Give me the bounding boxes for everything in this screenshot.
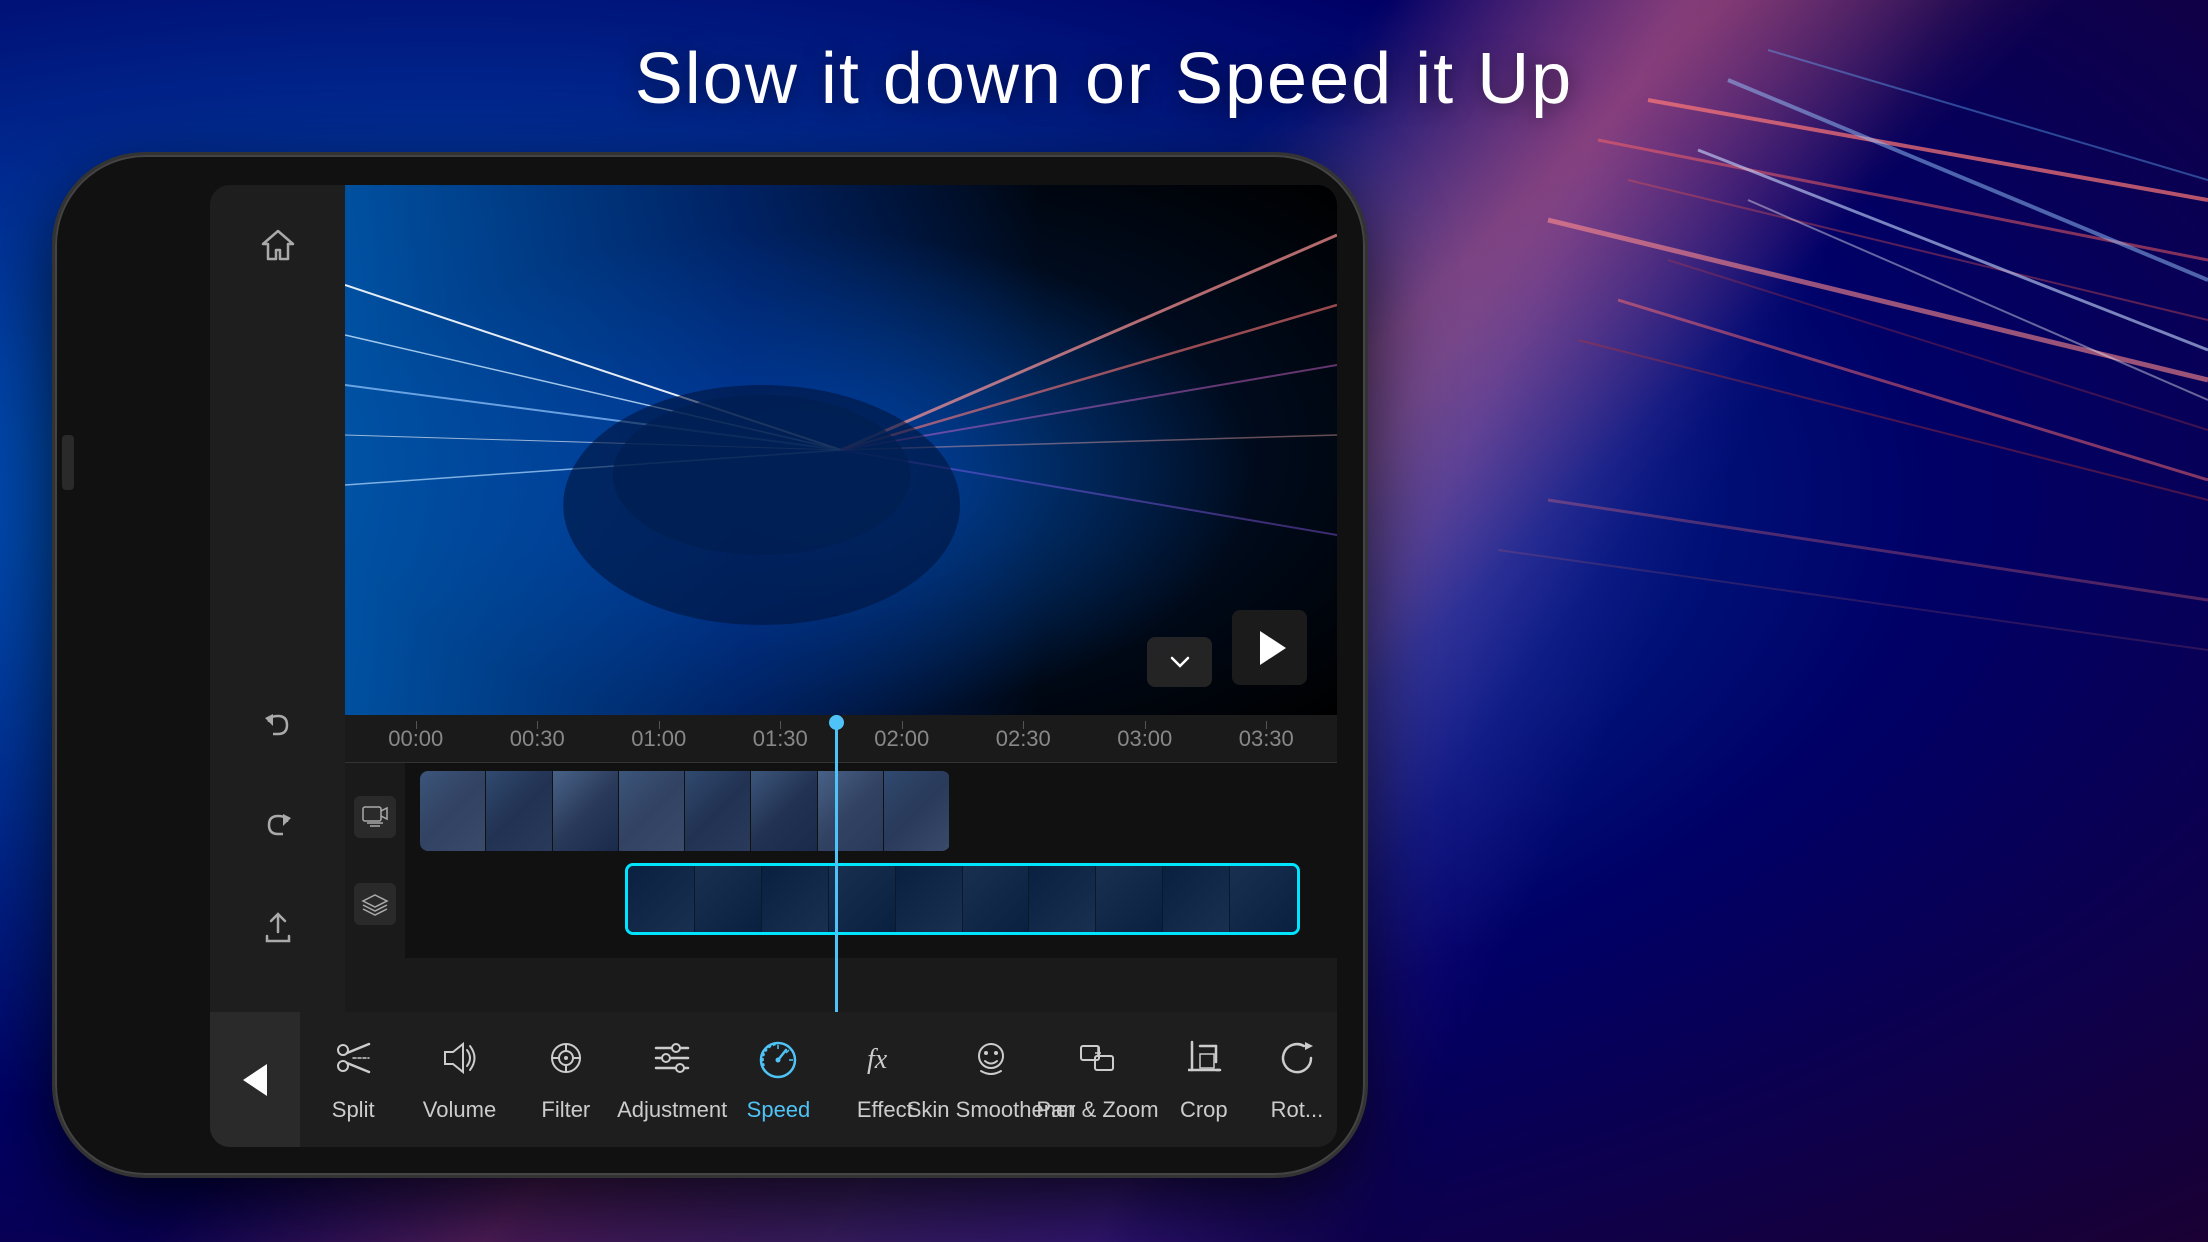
pan-zoom-label: Pan & Zoom — [1036, 1097, 1158, 1123]
volume-label: Volume — [423, 1097, 496, 1123]
ruler-mark-0300: 03:00 — [1084, 726, 1206, 752]
video-track-icon — [354, 796, 396, 838]
track-icons-column — [345, 763, 405, 958]
toolbar-item-volume[interactable]: Volume — [406, 1012, 512, 1147]
effect-label: Effect — [857, 1097, 913, 1123]
video-track[interactable] — [405, 771, 1337, 851]
rotate-icon — [1275, 1036, 1319, 1087]
toolbar-item-speed[interactable]: Speed — [725, 1012, 831, 1147]
sec-thumb-1 — [628, 866, 695, 932]
toolbar-item-split[interactable]: Split — [300, 1012, 406, 1147]
light-streaks-svg — [345, 185, 1337, 715]
video-preview — [345, 185, 1337, 715]
toolbar-item-skin-smoothener[interactable]: Skin Smoothener — [938, 1012, 1044, 1147]
chevron-dropdown-button[interactable] — [1147, 637, 1212, 687]
sec-thumb-3 — [762, 866, 829, 932]
video-track-inner — [420, 771, 950, 851]
sec-thumb-5 — [896, 866, 963, 932]
ruler-mark-0230: 02:30 — [963, 726, 1085, 752]
sec-thumb-9 — [1163, 866, 1230, 932]
phone-body: 00:00 00:30 01:00 01:30 02:00 02:30 03:0… — [55, 155, 1365, 1175]
speed-icon — [754, 1036, 802, 1087]
face-icon — [969, 1036, 1013, 1087]
adjustment-icon — [650, 1036, 694, 1087]
pan-zoom-icon — [1075, 1036, 1119, 1087]
video-thumb-7 — [818, 771, 884, 851]
play-triangle-icon — [1260, 631, 1286, 665]
speed-label: Speed — [747, 1097, 811, 1123]
split-label: Split — [332, 1097, 375, 1123]
ruler-mark-0130: 01:30 — [720, 726, 842, 752]
volume-icon — [437, 1036, 481, 1087]
timeline-playhead[interactable] — [835, 715, 838, 1012]
sidebar-home-button[interactable] — [248, 215, 308, 275]
ruler-mark-0200: 02:00 — [841, 726, 963, 752]
video-thumb-6 — [751, 771, 817, 851]
toolbar-items-container: Split Volume — [300, 1012, 1337, 1147]
rotate-label: Rot... — [1271, 1097, 1324, 1123]
toolbar-item-rotate[interactable]: Rot... — [1257, 1012, 1337, 1147]
video-thumb-8 — [884, 771, 950, 851]
phone-volume-button — [62, 435, 74, 490]
left-sidebar — [210, 185, 345, 1147]
sec-thumb-7 — [1029, 866, 1096, 932]
page-title: Slow it down or Speed it Up — [0, 38, 2208, 120]
sec-thumb-4 — [829, 866, 896, 932]
ruler-mark-0030: 00:30 — [477, 726, 599, 752]
sidebar-redo-button[interactable] — [248, 797, 308, 857]
ruler-mark-0000: 00:00 — [355, 726, 477, 752]
ruler-mark-0330: 03:30 — [1206, 726, 1328, 752]
video-preview-area — [345, 185, 1337, 715]
ruler-mark-0100: 01:00 — [598, 726, 720, 752]
sidebar-undo-button[interactable] — [248, 697, 308, 757]
toolbar-item-crop[interactable]: Crop — [1151, 1012, 1257, 1147]
secondary-track-inner — [625, 863, 1300, 935]
layers-track-icon — [354, 883, 396, 925]
crop-icon — [1182, 1036, 1226, 1087]
video-thumb-2 — [486, 771, 552, 851]
toolbar-back-button[interactable] — [210, 1012, 300, 1147]
sec-thumb-10 — [1230, 866, 1297, 932]
secondary-track[interactable] — [405, 863, 1337, 943]
sec-thumb-6 — [963, 866, 1030, 932]
filter-label: Filter — [541, 1097, 590, 1123]
fx-icon: fx — [863, 1036, 907, 1087]
video-thumb-1 — [420, 771, 486, 851]
toolbar-item-effect[interactable]: fx Effect — [832, 1012, 938, 1147]
crop-label: Crop — [1180, 1097, 1228, 1123]
playhead-head — [829, 715, 844, 730]
play-button[interactable] — [1232, 610, 1307, 685]
bottom-toolbar: Split Volume — [210, 1012, 1337, 1147]
timeline-tracks — [345, 763, 1337, 958]
toolbar-item-adjustment[interactable]: Adjustment — [619, 1012, 725, 1147]
phone-screen: 00:00 00:30 01:00 01:30 02:00 02:30 03:0… — [210, 185, 1337, 1147]
sec-thumb-8 — [1096, 866, 1163, 932]
toolbar-item-pan-zoom[interactable]: Pan & Zoom — [1044, 1012, 1150, 1147]
sidebar-export-button[interactable] — [248, 897, 308, 957]
video-thumb-5 — [685, 771, 751, 851]
scissors-icon — [331, 1036, 375, 1087]
svg-text:fx: fx — [867, 1044, 888, 1075]
adjustment-label: Adjustment — [617, 1097, 727, 1123]
toolbar-item-filter[interactable]: Filter — [513, 1012, 619, 1147]
ruler-marks-container: 00:00 00:30 01:00 01:30 02:00 02:30 03:0… — [355, 726, 1327, 752]
sec-thumb-2 — [695, 866, 762, 932]
back-arrow-icon — [243, 1064, 267, 1096]
filter-icon — [544, 1036, 588, 1087]
video-thumb-4 — [619, 771, 685, 851]
video-thumb-3 — [553, 771, 619, 851]
phone-device: 00:00 00:30 01:00 01:30 02:00 02:30 03:0… — [55, 155, 1365, 1175]
